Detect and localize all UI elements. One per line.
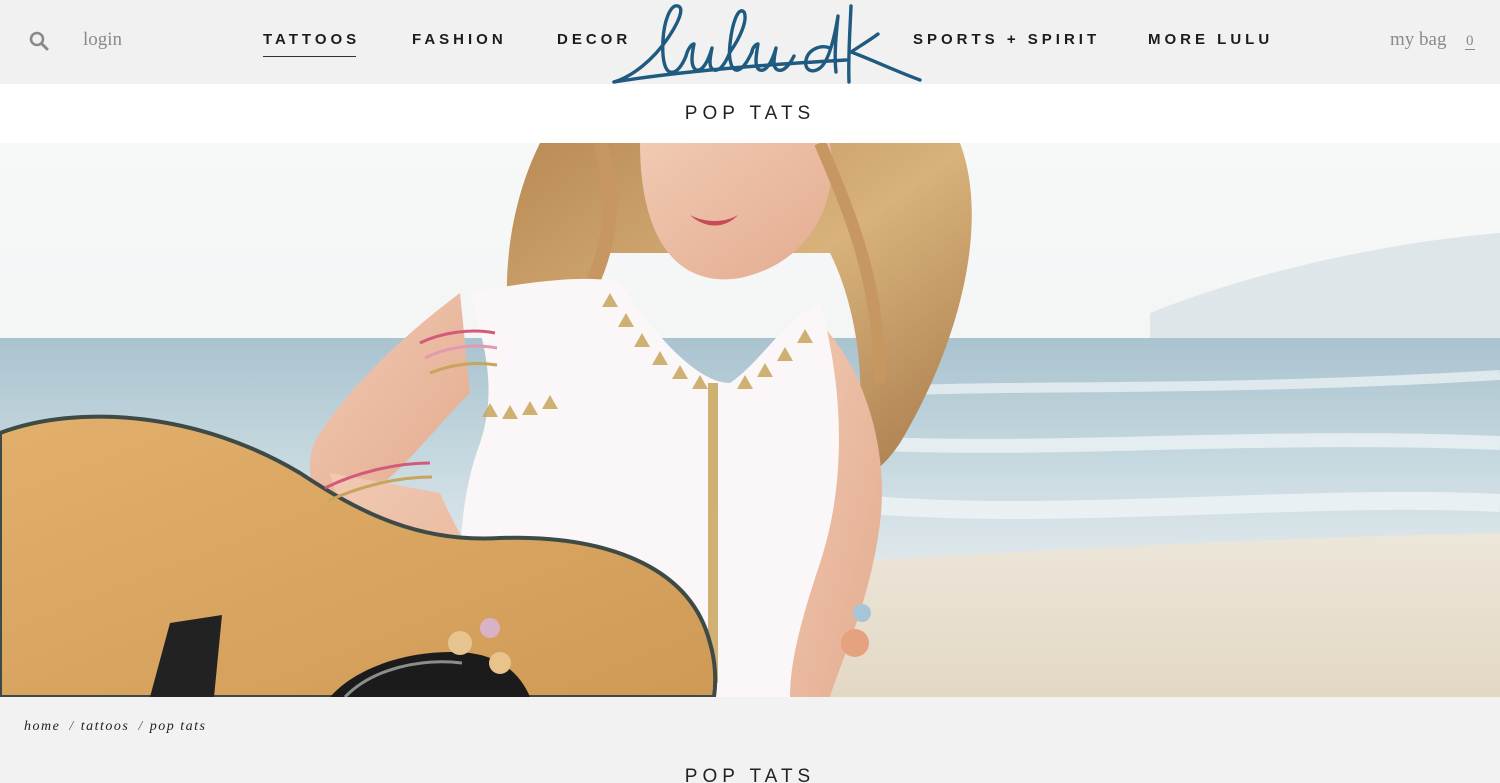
search-icon[interactable] [28,30,50,52]
lulu-dk-logo[interactable] [608,0,928,88]
page-title: POP TATS [684,766,816,783]
breadcrumb-home[interactable]: home [24,719,60,734]
nav-tattoos[interactable]: TATTOOS [263,31,360,57]
breadcrumb-tattoos[interactable]: tattoos [81,719,130,734]
bag-count-badge[interactable]: 0 [1465,33,1475,50]
nav-fashion[interactable]: FASHION [412,31,507,48]
my-bag-link[interactable]: my bag [1390,29,1446,51]
login-link[interactable]: login [83,29,122,51]
breadcrumb-separator: / [69,719,75,734]
category-bar: POP TATS [0,84,1500,143]
breadcrumb-pop-tats[interactable]: pop tats [150,719,207,734]
breadcrumb-separator: / [138,719,144,734]
nav-more-lulu[interactable]: MORE LULU [1148,31,1273,48]
hero-banner-image [0,143,1500,697]
breadcrumb: home / tattoos / pop tats [24,719,206,735]
category-title: POP TATS [684,103,816,124]
site-header: login TATTOOS FASHION DECOR SPORTS + SPI… [0,0,1500,84]
nav-sports-spirit[interactable]: SPORTS + SPIRIT [913,31,1100,48]
